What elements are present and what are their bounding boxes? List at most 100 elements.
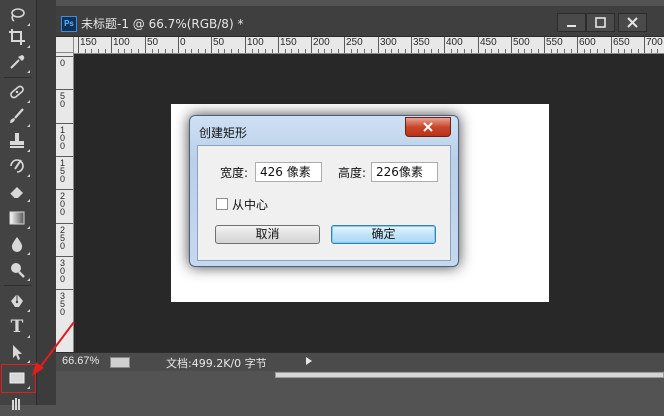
brush-tool[interactable] [5,105,30,127]
ruler-minor-tick [318,49,319,53]
ruler-tick [411,37,412,53]
status-menu-arrow-icon[interactable] [306,357,312,365]
ruler-minor-tick [571,49,572,53]
status-bar: 66.67% 文档:499.2K/0 字节 [56,352,664,371]
ruler-minor-tick [224,49,225,53]
healing-brush-icon [10,85,24,99]
ruler-minor-tick [551,49,552,53]
ruler-minor-tick [165,49,166,53]
close-button[interactable] [618,13,647,32]
ruler-minor-tick [298,49,299,53]
horizontal-ruler[interactable]: 150 100 50 0 50 100 150 200 250 300 350 400 450 500 55… [74,37,664,54]
ruler-minor-tick [198,49,199,53]
ruler-minor-tick [357,49,358,53]
ruler-minor-tick [498,49,499,53]
ruler-minor-tick [191,49,192,53]
ruler-minor-tick [564,49,565,53]
maximize-button[interactable] [586,13,615,32]
height-label: 高度: [338,166,367,180]
gradient-tool[interactable] [5,207,30,229]
ruler-minor-tick [252,49,253,53]
type-tool[interactable]: T [5,316,30,338]
minimize-button[interactable] [557,13,586,32]
eraser-tool[interactable] [5,180,30,202]
ruler-tick [511,37,512,53]
ruler-minor-tick [524,49,525,53]
ruler-minor-tick [218,49,219,53]
ruler-label: 50 [213,37,225,48]
ruler-minor-tick [138,49,139,53]
ruler-minor-tick [185,49,186,53]
ruler-minor-tick [331,49,332,53]
ruler-tick [56,223,73,224]
from-center-label[interactable]: 从中心 [232,196,268,213]
ruler-label: 500 [513,37,530,48]
lasso-tool[interactable] [5,4,30,26]
path-select-tool[interactable] [5,341,30,363]
ruler-tick [544,37,545,53]
ruler-minor-tick [258,49,259,53]
horizontal-scrollbar[interactable] [275,372,664,378]
type-icon: T [10,317,24,337]
healing-brush-tool[interactable] [5,81,30,103]
ruler-minor-tick [597,49,598,53]
gradient-icon [9,211,25,225]
maximize-icon [595,17,606,28]
eraser-icon [9,187,23,199]
blur-icon [11,237,23,252]
crop-tool[interactable] [5,26,30,48]
ruler-minor-tick [505,49,506,53]
ruler-tick [611,37,612,53]
stamp-tool[interactable] [5,130,30,152]
ruler-minor-tick [158,49,159,53]
ruler-tick [56,89,73,90]
width-input[interactable]: 426 像素 [255,162,322,182]
hand-tool[interactable] [5,394,29,416]
ruler-minor-tick [618,49,619,53]
blur-tool[interactable] [5,233,30,255]
ruler-minor-tick [272,49,273,53]
document-titlebar[interactable]: Ps 未标题-1 @ 66.7%(RGB/8) * [56,6,664,37]
eyedropper-tool[interactable] [5,51,30,73]
ruler-minor-tick [538,49,539,53]
ruler-label: 100 [113,37,130,48]
ruler-tick [111,37,112,53]
ruler-label: 150 [280,37,297,48]
ruler-label: 200 [313,37,330,48]
ruler-tick [311,37,312,53]
dodge-tool[interactable] [5,259,30,281]
document-title: 未标题-1 @ 66.7%(RGB/8) * [81,17,244,31]
ruler-tick [56,189,73,190]
ruler-label: 150 [80,37,97,48]
ok-button[interactable]: 确定 [331,225,436,244]
vertical-ruler[interactable]: 0 50 100 150 200 250 300 350 [56,53,74,352]
crop-icon [9,29,25,45]
ruler-label: 300 [59,258,65,284]
ruler-minor-tick [491,49,492,53]
ruler-minor-tick [152,49,153,53]
ruler-minor-tick [231,49,232,53]
height-input[interactable]: 226像素 [371,162,438,182]
ruler-tick [245,37,246,53]
ruler-minor-tick [584,49,585,53]
ruler-minor-tick [438,49,439,53]
dialog-close-button[interactable] [405,117,451,137]
ruler-tick [56,123,73,124]
ruler-minor-tick [531,49,532,53]
cancel-button[interactable]: 取消 [215,225,320,244]
ruler-origin[interactable] [56,37,74,53]
ruler-minor-tick [91,49,92,53]
ruler-minor-tick [238,49,239,53]
hand-icon [12,398,20,410]
ruler-tick [211,37,212,53]
from-center-checkbox[interactable] [216,198,228,210]
ruler-minor-tick [205,49,206,53]
ruler-tick [344,37,345,53]
history-brush-tool[interactable] [5,155,30,177]
ruler-minor-tick [98,49,99,53]
path-select-icon [13,345,22,360]
preview-icon[interactable] [110,357,130,368]
ruler-minor-tick [631,49,632,53]
pen-tool[interactable] [5,290,30,312]
ruler-minor-tick [464,49,465,53]
